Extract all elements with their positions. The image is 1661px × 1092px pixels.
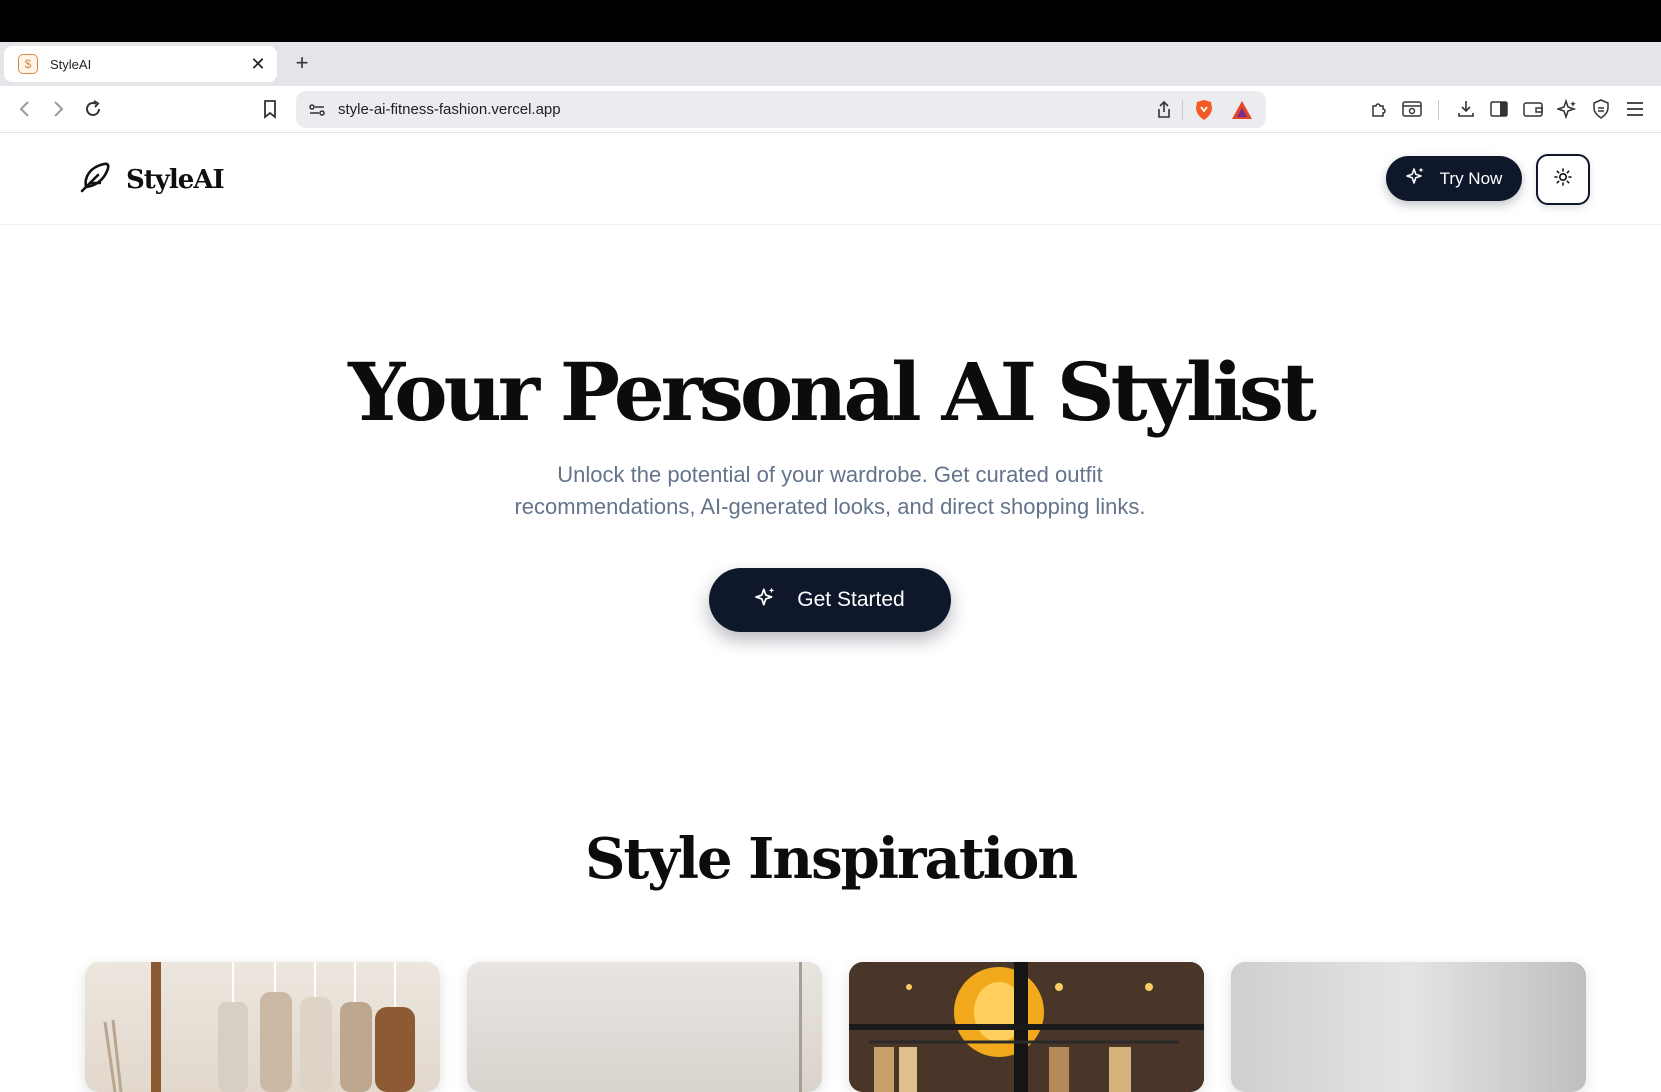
clothing-rack-image <box>103 962 415 1092</box>
sidebar-icon[interactable] <box>1486 96 1512 122</box>
address-bar[interactable]: style-ai-fitness-fashion.vercel.app <box>296 91 1266 128</box>
back-icon[interactable] <box>12 96 38 122</box>
boutique-image <box>849 962 1204 1092</box>
sun-icon <box>1554 168 1572 191</box>
style-inspiration-title: Style Inspiration <box>584 826 1078 892</box>
sparkles-icon <box>1405 166 1426 191</box>
hero-subtitle-line-1: Unlock the potential of your wardrobe. G… <box>557 462 1103 487</box>
bookmark-icon[interactable] <box>257 96 283 122</box>
reader-mode-icon[interactable] <box>1399 96 1425 122</box>
inspiration-card-gray[interactable] <box>1231 962 1586 1092</box>
sparkles-icon <box>755 586 777 614</box>
forward-icon[interactable] <box>45 96 71 122</box>
browser-toolbar: style-ai-fitness-fashion.vercel.app <box>0 86 1661 133</box>
try-now-label: Try Now <box>1439 168 1503 188</box>
toolbar-divider <box>1438 100 1439 120</box>
new-tab-icon[interactable]: + <box>290 52 314 76</box>
site-header: StyleAI Try Now <box>0 133 1661 225</box>
styleai-favicon-icon: $ <box>18 54 38 74</box>
try-now-button[interactable]: Try Now <box>1386 156 1522 201</box>
os-top-bar <box>0 0 1661 42</box>
theme-toggle-button[interactable] <box>1536 154 1590 205</box>
leo-ai-icon[interactable] <box>1554 96 1580 122</box>
wallet-icon[interactable] <box>1520 96 1546 122</box>
get-started-button[interactable]: Get Started <box>709 568 951 632</box>
hero-title: Your Personal AI Stylist <box>348 345 1317 439</box>
inspiration-card-boutique[interactable] <box>849 962 1204 1092</box>
browser-tab-strip: $ StyleAI ✕ + <box>0 42 1661 86</box>
share-icon[interactable] <box>1153 99 1175 121</box>
brave-rewards-icon[interactable] <box>1231 99 1253 121</box>
inspiration-card-minimal[interactable] <box>467 962 822 1092</box>
downloads-icon[interactable] <box>1453 96 1479 122</box>
hero-subtitle-line-2: recommendations, AI-generated looks, and… <box>514 494 1146 519</box>
get-started-label: Get Started <box>797 588 905 611</box>
site-settings-icon[interactable] <box>306 99 328 121</box>
urlbar-divider <box>1182 100 1183 120</box>
tab-title: StyleAI <box>50 56 92 72</box>
url-text: style-ai-fitness-fashion.vercel.app <box>338 101 561 118</box>
vpn-shield-icon[interactable] <box>1588 96 1614 122</box>
hero-subtitle: Unlock the potential of your wardrobe. G… <box>430 459 1230 523</box>
feather-icon <box>76 159 112 200</box>
inspiration-card-clothing-rack[interactable] <box>85 962 440 1092</box>
gray-gradient-image <box>1231 962 1586 1092</box>
extensions-icon[interactable] <box>1366 96 1392 122</box>
reload-icon[interactable] <box>80 96 106 122</box>
brave-shields-icon[interactable] <box>1193 99 1215 121</box>
minimal-wall-image <box>799 962 802 1092</box>
brand-name: StyleAI <box>126 164 225 195</box>
close-tab-icon[interactable]: ✕ <box>249 55 267 73</box>
menu-icon[interactable] <box>1622 96 1648 122</box>
brand-logo[interactable]: StyleAI <box>76 159 225 200</box>
browser-tab[interactable]: $ StyleAI ✕ <box>4 46 277 82</box>
